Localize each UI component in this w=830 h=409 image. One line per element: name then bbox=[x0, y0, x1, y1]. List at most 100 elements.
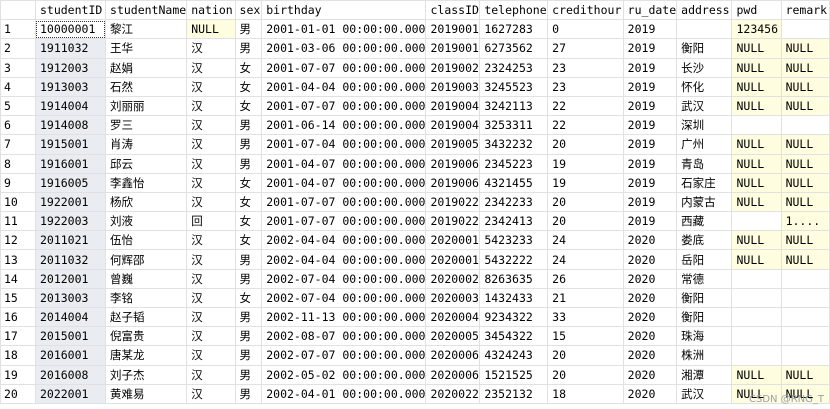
cell-remark[interactable]: NULL bbox=[780, 76, 830, 97]
cell-telephone[interactable]: 3242113 bbox=[479, 95, 549, 117]
cell-classid[interactable]: 2019006 bbox=[425, 153, 481, 174]
cell-address[interactable]: 武汉 bbox=[676, 383, 733, 404]
cell-studentname[interactable]: 黄难易 bbox=[105, 383, 188, 404]
cell-pwd[interactable]: 123456 bbox=[731, 19, 782, 40]
cell-studentid[interactable]: 1914004 bbox=[34, 95, 107, 117]
table-row[interactable]: 1 10000001 黎江 NULL 男 2001-01-01 00:00:00.000 2… bbox=[0, 19, 830, 40]
cell-studentname[interactable]: 倪富贵 bbox=[105, 326, 188, 347]
table-row[interactable]: 13 2011032 何辉邵汉男 2002-04-04 00:00:00.000 202… bbox=[0, 249, 830, 270]
cell-classid[interactable]: 2020001 bbox=[425, 230, 481, 251]
cell-birthday[interactable]: 2001-06-14 00:00:00.000 bbox=[261, 115, 427, 136]
table-row[interactable]: 17 2015001 倪富贵汉男 2002-08-07 00:00:00.000 202… bbox=[0, 326, 830, 347]
cell-nation[interactable]: 汉 bbox=[186, 172, 236, 193]
cell-remark[interactable]: NULL bbox=[780, 191, 830, 213]
cell-address[interactable]: 西藏 bbox=[676, 211, 733, 232]
cell-telephone[interactable]: 4324243 bbox=[479, 345, 549, 366]
cell-credithour[interactable]: 24 bbox=[547, 230, 624, 251]
cell-classid[interactable]: 2019006 bbox=[425, 172, 481, 193]
cell-pwd[interactable]: NULL bbox=[731, 57, 782, 78]
cell-birthday[interactable]: 2001-04-07 00:00:00.000 bbox=[261, 172, 427, 193]
cell-classid[interactable]: 2019022 bbox=[425, 191, 481, 213]
cell-pwd[interactable] bbox=[731, 211, 782, 232]
cell-sex[interactable]: 女 bbox=[234, 230, 263, 251]
cell-credithour[interactable]: 20 bbox=[547, 364, 624, 385]
cell-birthday[interactable]: 2001-07-04 00:00:00.000 bbox=[261, 134, 427, 155]
column-header-nation[interactable]: nation bbox=[186, 0, 236, 21]
cell-telephone[interactable]: 3253311 bbox=[479, 115, 549, 136]
cell-studentid[interactable]: 2011032 bbox=[34, 249, 107, 270]
cell-birthday[interactable]: 2002-05-02 00:00:00.000 bbox=[261, 364, 427, 385]
cell-remark[interactable]: NULL bbox=[780, 38, 830, 59]
cell-address[interactable]: 广州 bbox=[676, 134, 733, 155]
row-number[interactable]: 3 bbox=[0, 57, 36, 78]
cell-studentid[interactable]: 2014004 bbox=[34, 306, 107, 328]
cell-nation[interactable]: 汉 bbox=[186, 306, 236, 328]
cell-telephone[interactable]: 2352132 bbox=[479, 383, 549, 404]
cell-remark[interactable]: NULL bbox=[780, 134, 830, 155]
row-number[interactable]: 12 bbox=[0, 230, 36, 251]
cell-birthday[interactable]: 2001-07-07 00:00:00.000 bbox=[261, 57, 427, 78]
cell-address[interactable]: 深圳 bbox=[676, 115, 733, 136]
cell-ru_date[interactable]: 2019 bbox=[622, 211, 678, 232]
cell-classid[interactable]: 2019004 bbox=[425, 115, 481, 136]
cell-remark[interactable]: NULL bbox=[780, 153, 830, 174]
row-number[interactable]: 20 bbox=[0, 383, 36, 404]
cell-ru_date[interactable]: 2020 bbox=[622, 306, 678, 328]
cell-remark[interactable] bbox=[780, 19, 830, 40]
cell-pwd[interactable]: NULL bbox=[731, 191, 782, 213]
cell-sex[interactable]: 女 bbox=[234, 211, 263, 232]
table-row[interactable]: 3 1912003 赵娟汉女 2001-07-07 00:00:00.000 20190… bbox=[0, 57, 830, 78]
cell-sex[interactable]: 女 bbox=[234, 76, 263, 97]
cell-ru_date[interactable]: 2019 bbox=[622, 134, 678, 155]
row-number[interactable]: 19 bbox=[0, 364, 36, 385]
cell-credithour[interactable]: 26 bbox=[547, 268, 624, 289]
cell-remark[interactable] bbox=[780, 345, 830, 366]
cell-sex[interactable]: 男 bbox=[234, 249, 263, 270]
cell-telephone[interactable]: 5423233 bbox=[479, 230, 549, 251]
cell-classid[interactable]: 2019005 bbox=[425, 134, 481, 155]
cell-studentname[interactable]: 赵娟 bbox=[105, 57, 188, 78]
table-row[interactable]: 4 1913003 石然汉女 2001-04-04 00:00:00.000 20190… bbox=[0, 76, 830, 97]
cell-remark[interactable]: NULL bbox=[780, 95, 830, 117]
cell-ru_date[interactable]: 2020 bbox=[622, 249, 678, 270]
cell-studentname[interactable]: 肖涛 bbox=[105, 134, 188, 155]
cell-studentid[interactable]: 2015001 bbox=[34, 326, 107, 347]
cell-credithour[interactable]: 19 bbox=[547, 153, 624, 174]
cell-classid[interactable]: 2019001 bbox=[425, 19, 481, 40]
cell-ru_date[interactable]: 2019 bbox=[622, 115, 678, 136]
cell-nation[interactable]: 回 bbox=[186, 211, 236, 232]
cell-remark[interactable] bbox=[780, 326, 830, 347]
cell-pwd[interactable]: NULL bbox=[731, 76, 782, 97]
cell-birthday[interactable]: 2002-07-04 00:00:00.000 bbox=[261, 287, 427, 309]
cell-telephone[interactable]: 8263635 bbox=[479, 268, 549, 289]
cell-nation[interactable]: 汉 bbox=[186, 115, 236, 136]
cell-sex[interactable]: 男 bbox=[234, 364, 263, 385]
row-number[interactable]: 17 bbox=[0, 326, 36, 347]
cell-address[interactable]: 青岛 bbox=[676, 153, 733, 174]
cell-birthday[interactable]: 2002-08-07 00:00:00.000 bbox=[261, 326, 427, 347]
cell-credithour[interactable]: 20 bbox=[547, 211, 624, 232]
cell-classid[interactable]: 2019002 bbox=[425, 57, 481, 78]
cell-pwd[interactable] bbox=[731, 306, 782, 328]
cell-sex[interactable]: 男 bbox=[234, 345, 263, 366]
cell-pwd[interactable] bbox=[731, 326, 782, 347]
cell-address[interactable]: 怀化 bbox=[676, 76, 733, 97]
column-header-pwd[interactable]: pwd bbox=[731, 0, 782, 21]
cell-ru_date[interactable]: 2019 bbox=[622, 95, 678, 117]
cell-studentname[interactable]: 刘液 bbox=[105, 211, 188, 232]
row-number[interactable]: 8 bbox=[0, 153, 36, 174]
cell-sex[interactable]: 男 bbox=[234, 115, 263, 136]
cell-birthday[interactable]: 2001-07-07 00:00:00.000 bbox=[261, 191, 427, 213]
column-header-ru_date[interactable]: ru_date bbox=[622, 0, 678, 21]
cell-studentid[interactable]: 1915001 bbox=[34, 134, 107, 155]
cell-telephone[interactable]: 1627283 bbox=[479, 19, 549, 40]
row-number[interactable]: 11 bbox=[0, 211, 36, 232]
table-row[interactable]: 2 1911032 王华汉男 2001-03-06 00:00:00.000 20190… bbox=[0, 38, 830, 59]
cell-classid[interactable]: 2020004 bbox=[425, 306, 481, 328]
cell-nation[interactable]: 汉 bbox=[186, 249, 236, 270]
cell-telephone[interactable]: 1432433 bbox=[479, 287, 549, 309]
cell-pwd[interactable]: NULL bbox=[731, 364, 782, 385]
cell-remark[interactable]: NULL bbox=[780, 57, 830, 78]
cell-ru_date[interactable]: 2019 bbox=[622, 38, 678, 59]
cell-address[interactable]: 衡阳 bbox=[676, 287, 733, 309]
